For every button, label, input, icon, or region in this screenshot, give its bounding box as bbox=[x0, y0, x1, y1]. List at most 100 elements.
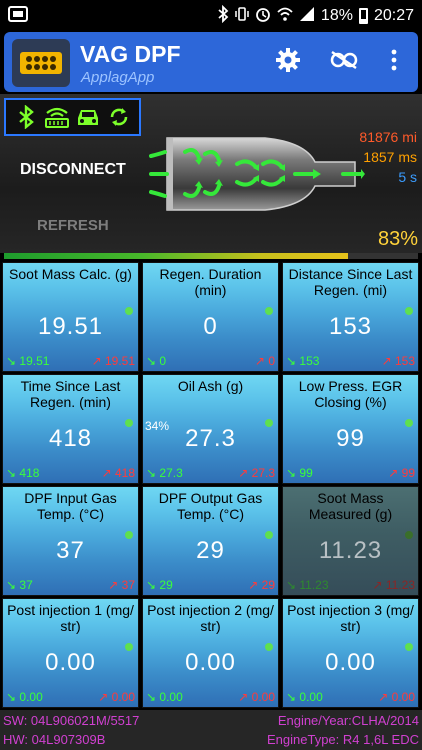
tile-dpf-input-temp[interactable]: DPF Input Gas Temp. (°C) 37 ↘ 37 ↗ 37 bbox=[2, 486, 139, 596]
battery-level: 18% bbox=[320, 7, 353, 24]
tile-label: Time Since Last Regen. (min) bbox=[20, 378, 121, 410]
tile-label: DPF Output Gas Temp. (°C) bbox=[158, 490, 263, 522]
tile-value: 0.00 bbox=[325, 649, 376, 676]
tile-label: Distance Since Last Regen. (mi) bbox=[288, 266, 413, 298]
tile-value: 37 bbox=[56, 537, 85, 564]
tile-time-since-regen[interactable]: Time Since Last Regen. (min) 418 ↘ 418 ↗… bbox=[2, 374, 139, 484]
alarm-icon bbox=[255, 5, 271, 27]
car-icon bbox=[75, 104, 101, 130]
dpf-status-panel: DISCONNECT REFRESH 81876 mi 1857 ms 5 s … bbox=[0, 94, 422, 253]
mileage-value: 81876 mi bbox=[359, 129, 417, 145]
wifi-icon bbox=[277, 5, 293, 27]
tile-max: ↗ 0 bbox=[254, 354, 275, 368]
tile-min: ↘ 11.23 bbox=[286, 578, 329, 592]
tile-value: 29 bbox=[196, 537, 225, 564]
progress-fill bbox=[4, 253, 348, 259]
tile-label: Regen. Duration (min) bbox=[159, 266, 262, 298]
tile-max: ↗ 153 bbox=[381, 354, 415, 368]
battery-icon bbox=[358, 8, 368, 24]
software-version: SW: 04L906021M/5517 bbox=[3, 713, 140, 728]
vibrate-icon bbox=[235, 5, 249, 27]
tile-value: 11.23 bbox=[318, 537, 383, 564]
tile-label: Soot Mass Calc. (g) bbox=[9, 266, 132, 282]
adapter-icon bbox=[44, 104, 70, 130]
connection-toggle-button[interactable] bbox=[329, 47, 359, 77]
refresh-button[interactable]: REFRESH bbox=[37, 217, 109, 234]
tile-min: ↘ 29 bbox=[146, 578, 173, 592]
tile-max: ↗ 418 bbox=[101, 466, 135, 480]
tile-min: ↘ 153 bbox=[286, 354, 320, 368]
clock: 20:27 bbox=[373, 7, 414, 24]
bluetooth-icon bbox=[13, 104, 39, 130]
app-subtitle: ApplagApp bbox=[81, 69, 155, 86]
tile-value: 0 bbox=[203, 313, 218, 340]
progress-percent: 83% bbox=[377, 228, 418, 250]
tile-post-injection-2[interactable]: Post injection 2 (mg/ str) 0.00 ↘ 0.00 ↗… bbox=[142, 598, 279, 708]
tile-regen-duration[interactable]: Regen. Duration (min) 0 ↘ 0 ↗ 0 bbox=[142, 262, 279, 372]
tile-min: ↘ 0.00 bbox=[286, 690, 323, 704]
tile-label: Low Press. EGR Closing (%) bbox=[298, 378, 403, 410]
tile-max: ↗ 0.00 bbox=[378, 690, 415, 704]
tile-value: 418 bbox=[48, 425, 93, 452]
ecu-info-footer: SW: 04L906021M/5517 HW: 04L907309B Engin… bbox=[0, 710, 422, 750]
tile-min: ↘ 0.00 bbox=[6, 690, 43, 704]
settings-icon bbox=[275, 47, 301, 78]
tile-post-injection-3[interactable]: Post injection 3 (mg/ str) 0.00 ↘ 0.00 ↗… bbox=[282, 598, 419, 708]
sync-icon bbox=[106, 104, 132, 130]
tile-label: Soot Mass Measured (g) bbox=[308, 490, 393, 522]
dpf-filter-illustration bbox=[145, 134, 365, 214]
overflow-menu-icon bbox=[391, 49, 397, 76]
connection-status-box bbox=[4, 98, 141, 136]
tile-label: Post injection 1 (mg/ str) bbox=[7, 602, 134, 634]
app-bar: VAG DPF ApplagApp bbox=[4, 32, 418, 92]
tile-min: ↘ 37 bbox=[6, 578, 33, 592]
tile-max: ↗ 11.23 bbox=[372, 578, 415, 592]
tile-max: ↗ 19.51 bbox=[91, 354, 135, 368]
tile-max: ↗ 0.00 bbox=[98, 690, 135, 704]
engine-type: EngineType: R4 1,6L EDC bbox=[267, 732, 419, 747]
tile-max: ↗ 37 bbox=[108, 578, 135, 592]
latency-value: 1857 ms bbox=[363, 149, 417, 165]
disconnect-button[interactable]: DISCONNECT bbox=[20, 161, 126, 179]
hardware-version: HW: 04L907309B bbox=[3, 732, 106, 747]
tile-oil-ash[interactable]: Oil Ash (g) 34% 27.3 ↘ 27.3 ↗ 27.3 bbox=[142, 374, 279, 484]
tile-soot-mass-calc[interactable]: Soot Mass Calc. (g) 19.51 ↘ 19.51 ↗ 19.5… bbox=[2, 262, 139, 372]
settings-button[interactable] bbox=[273, 47, 303, 77]
engine-year: Engine/Year:CLHA/2014 bbox=[277, 713, 419, 728]
tile-min: ↘ 0.00 bbox=[146, 690, 183, 704]
status-bar: 18% 20:27 bbox=[0, 0, 422, 30]
overflow-menu-button[interactable] bbox=[379, 47, 409, 77]
tile-max: ↗ 27.3 bbox=[238, 466, 275, 480]
tile-label: Post injection 2 (mg/ str) bbox=[147, 602, 274, 634]
bluetooth-icon bbox=[217, 4, 229, 27]
tile-label: Post injection 3 (mg/ str) bbox=[287, 602, 414, 634]
tile-value: 0.00 bbox=[185, 649, 236, 676]
tile-min: ↘ 19.51 bbox=[6, 354, 50, 368]
connection-icon bbox=[329, 50, 359, 75]
tile-value: 0.00 bbox=[45, 649, 96, 676]
tile-min: ↘ 418 bbox=[6, 466, 40, 480]
signal-icon bbox=[299, 5, 315, 27]
tile-label: DPF Input Gas Temp. (°C) bbox=[24, 490, 117, 522]
tile-min: ↘ 0 bbox=[146, 354, 167, 368]
tile-label: Oil Ash (g) bbox=[177, 378, 244, 394]
tile-dpf-output-temp[interactable]: DPF Output Gas Temp. (°C) 29 ↘ 29 ↗ 29 bbox=[142, 486, 279, 596]
tile-max: ↗ 29 bbox=[248, 578, 275, 592]
tile-value: 27.3 bbox=[185, 425, 236, 452]
tile-min: ↘ 27.3 bbox=[146, 466, 183, 480]
app-title: VAG DPF bbox=[80, 41, 181, 67]
tile-distance-since-regen[interactable]: Distance Since Last Regen. (mi) 153 ↘ 15… bbox=[282, 262, 419, 372]
tile-soot-mass-measured[interactable]: Soot Mass Measured (g) 11.23 ↘ 11.23 ↗ 1… bbox=[282, 486, 419, 596]
tile-low-press-egr[interactable]: Low Press. EGR Closing (%) 99 ↘ 99 ↗ 99 bbox=[282, 374, 419, 484]
tile-min: ↘ 99 bbox=[286, 466, 313, 480]
tile-post-injection-1[interactable]: Post injection 1 (mg/ str) 0.00 ↘ 0.00 ↗… bbox=[2, 598, 139, 708]
tile-max: ↗ 0.00 bbox=[238, 690, 275, 704]
app-logo bbox=[12, 39, 70, 87]
tile-value: 153 bbox=[328, 313, 373, 340]
interval-value: 5 s bbox=[398, 169, 417, 185]
tile-value: 19.51 bbox=[37, 313, 104, 340]
tile-max: ↗ 99 bbox=[388, 466, 415, 480]
tile-value: 99 bbox=[336, 425, 365, 452]
notification-icon bbox=[8, 5, 28, 23]
progress-bar bbox=[4, 253, 418, 259]
